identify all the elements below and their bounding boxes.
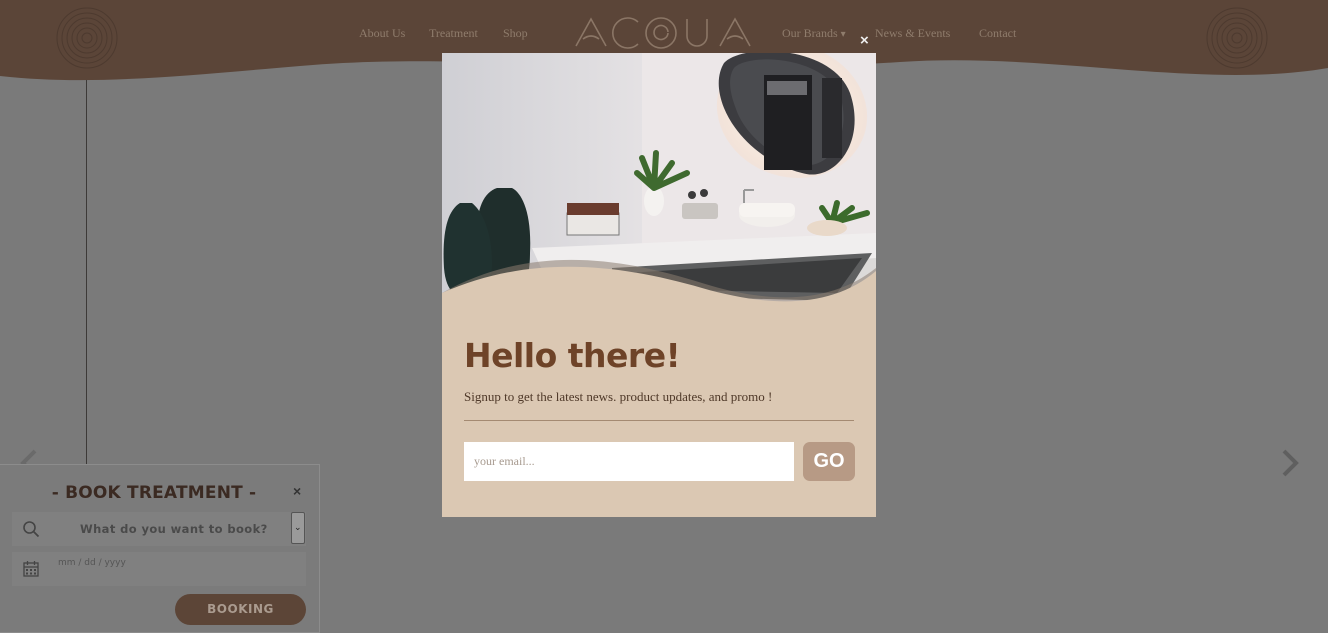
booking-title: - BOOK TREATMENT -	[51, 483, 257, 503]
chevron-right-icon[interactable]	[1278, 448, 1302, 478]
nav-our-brands-label: Our Brands	[782, 26, 838, 40]
bathroom-photo	[442, 53, 876, 363]
modal-subtitle: Signup to get the latest news. product u…	[464, 389, 773, 404]
modal-heading: Hello there!	[464, 336, 681, 375]
close-icon[interactable]: ×	[860, 32, 869, 49]
email-input[interactable]	[464, 442, 794, 481]
chevron-down-icon[interactable]: ⌄	[291, 512, 305, 544]
date-field[interactable]: mm / dd / yyyy	[12, 552, 306, 586]
nav-about-us[interactable]: About Us	[359, 26, 405, 41]
chevron-down-icon: ▾	[840, 29, 846, 40]
treatment-select[interactable]: What do you want to book? ⌄	[12, 512, 306, 546]
decorative-ripple-icon	[1206, 7, 1268, 69]
calendar-icon	[23, 561, 39, 577]
newsletter-modal: Hello there! Signup to get the latest ne…	[442, 53, 876, 517]
decorative-ripple-icon	[56, 7, 118, 69]
nav-treatment[interactable]: Treatment	[429, 26, 478, 41]
book-treatment-panel: - BOOK TREATMENT - × What do you want to…	[0, 464, 320, 633]
nav-our-brands[interactable]: Our Brands ▾	[782, 26, 846, 41]
date-placeholder: mm / dd / yyyy	[58, 558, 126, 568]
go-button[interactable]: GO	[803, 442, 855, 481]
nav-news-events[interactable]: News & Events	[875, 26, 950, 41]
divider	[464, 420, 854, 421]
treatment-select-placeholder: What do you want to book?	[80, 522, 268, 536]
nav-contact[interactable]: Contact	[979, 26, 1016, 41]
acqua-logo-icon[interactable]	[574, 14, 752, 50]
search-icon	[23, 521, 40, 538]
booking-button[interactable]: BOOKING	[175, 594, 306, 625]
nav-shop[interactable]: Shop	[503, 26, 528, 41]
close-icon[interactable]: ×	[293, 483, 301, 499]
